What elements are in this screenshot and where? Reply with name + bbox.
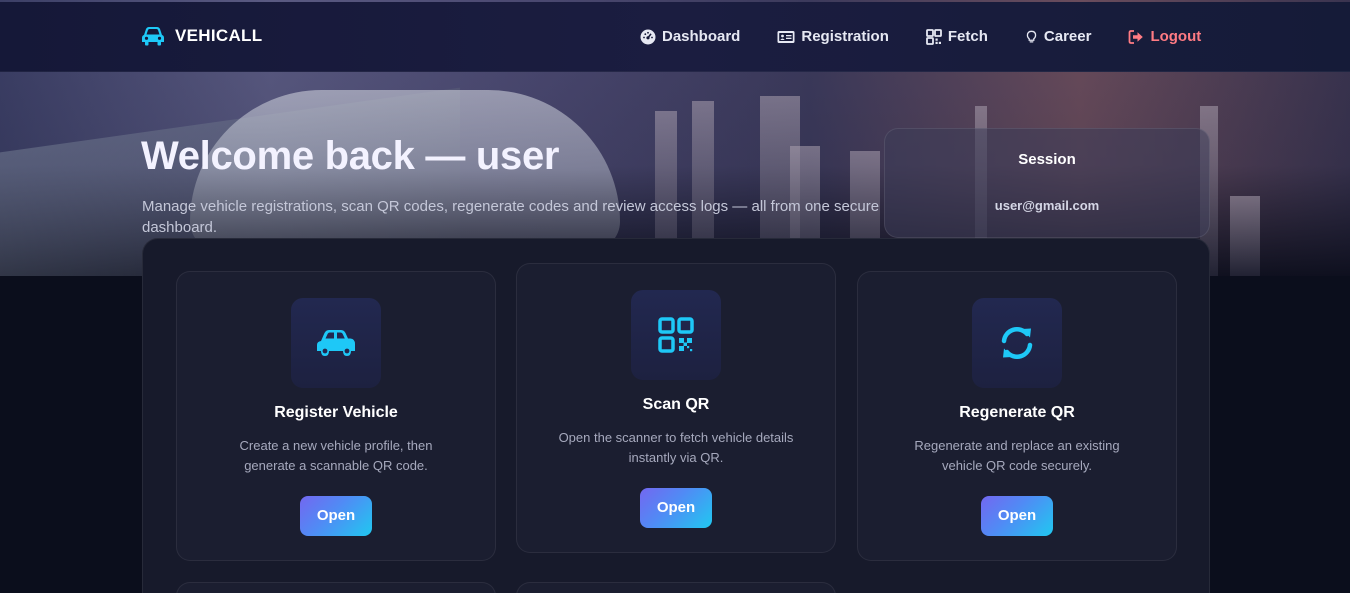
brand-name: VEHICALL — [175, 26, 263, 45]
card-description: Open the scanner to fetch vehicle detail… — [558, 430, 794, 465]
car-icon — [141, 26, 165, 46]
qr-code-icon — [658, 317, 694, 353]
nav-dashboard[interactable]: Dashboard — [640, 28, 740, 45]
nav-career[interactable]: Career — [1025, 28, 1092, 45]
nav-logout-label: Logout — [1150, 28, 1202, 45]
nav-fetch-label: Fetch — [947, 28, 988, 45]
card-partial — [176, 582, 496, 593]
session-title: Session — [1018, 151, 1076, 168]
logout-icon — [1129, 29, 1144, 44]
card-register-vehicle: Register Vehicle Create a new vehicle pr… — [176, 271, 496, 561]
session-card: Session user@gmail.com — [884, 128, 1210, 238]
nav-registration[interactable]: Registration — [777, 28, 889, 45]
page-title: Welcome back — user — [141, 134, 560, 178]
scrollbar-thumb[interactable] — [1350, 0, 1356, 593]
nav-registration-label: Registration — [801, 28, 889, 45]
page-subtitle: Manage vehicle registrations, scan QR co… — [142, 198, 880, 236]
card-icon-box — [291, 298, 381, 388]
card-title: Scan QR — [642, 396, 710, 413]
card-icon-box — [972, 298, 1062, 388]
card-icon-box — [631, 290, 721, 380]
refresh-icon — [1001, 326, 1033, 360]
nav-career-label: Career — [1043, 28, 1092, 45]
card-title: Register Vehicle — [274, 404, 398, 421]
session-email: user@gmail.com — [994, 198, 1100, 213]
id-card-icon — [777, 30, 795, 43]
card-partial — [516, 582, 836, 593]
hero-building-graphic — [1230, 196, 1260, 276]
open-scan-qr-button[interactable]: Open — [640, 488, 712, 528]
brand-logo[interactable]: VEHICALL — [141, 26, 262, 46]
card-description: Regenerate and replace an existing vehic… — [914, 438, 1120, 473]
nav-links: Dashboard Registration Fetch Career Logo… — [640, 28, 1201, 45]
card-description: Create a new vehicle profile, then gener… — [239, 438, 433, 473]
card-regenerate-qr: Regenerate QR Regenerate and replace an … — [857, 271, 1177, 561]
card-scan-qr: Scan QR Open the scanner to fetch vehicl… — [516, 263, 836, 553]
nav-logout[interactable]: Logout — [1128, 28, 1201, 45]
gauge-icon — [640, 29, 656, 44]
card-title: Regenerate QR — [959, 404, 1075, 421]
grid-icon — [925, 28, 942, 45]
dashboard-panel: Register Vehicle Create a new vehicle pr… — [142, 238, 1210, 593]
open-register-vehicle-button[interactable]: Open — [300, 496, 372, 536]
car-icon — [317, 330, 355, 356]
page-scrollbar[interactable] — [1350, 0, 1356, 593]
nav-dashboard-label: Dashboard — [662, 28, 741, 45]
nav-fetch[interactable]: Fetch — [925, 28, 988, 45]
top-navbar: VEHICALL Dashboard Registration Fetch Ca… — [0, 2, 1350, 72]
lightbulb-icon — [1026, 30, 1037, 42]
open-regenerate-qr-button[interactable]: Open — [981, 496, 1053, 536]
